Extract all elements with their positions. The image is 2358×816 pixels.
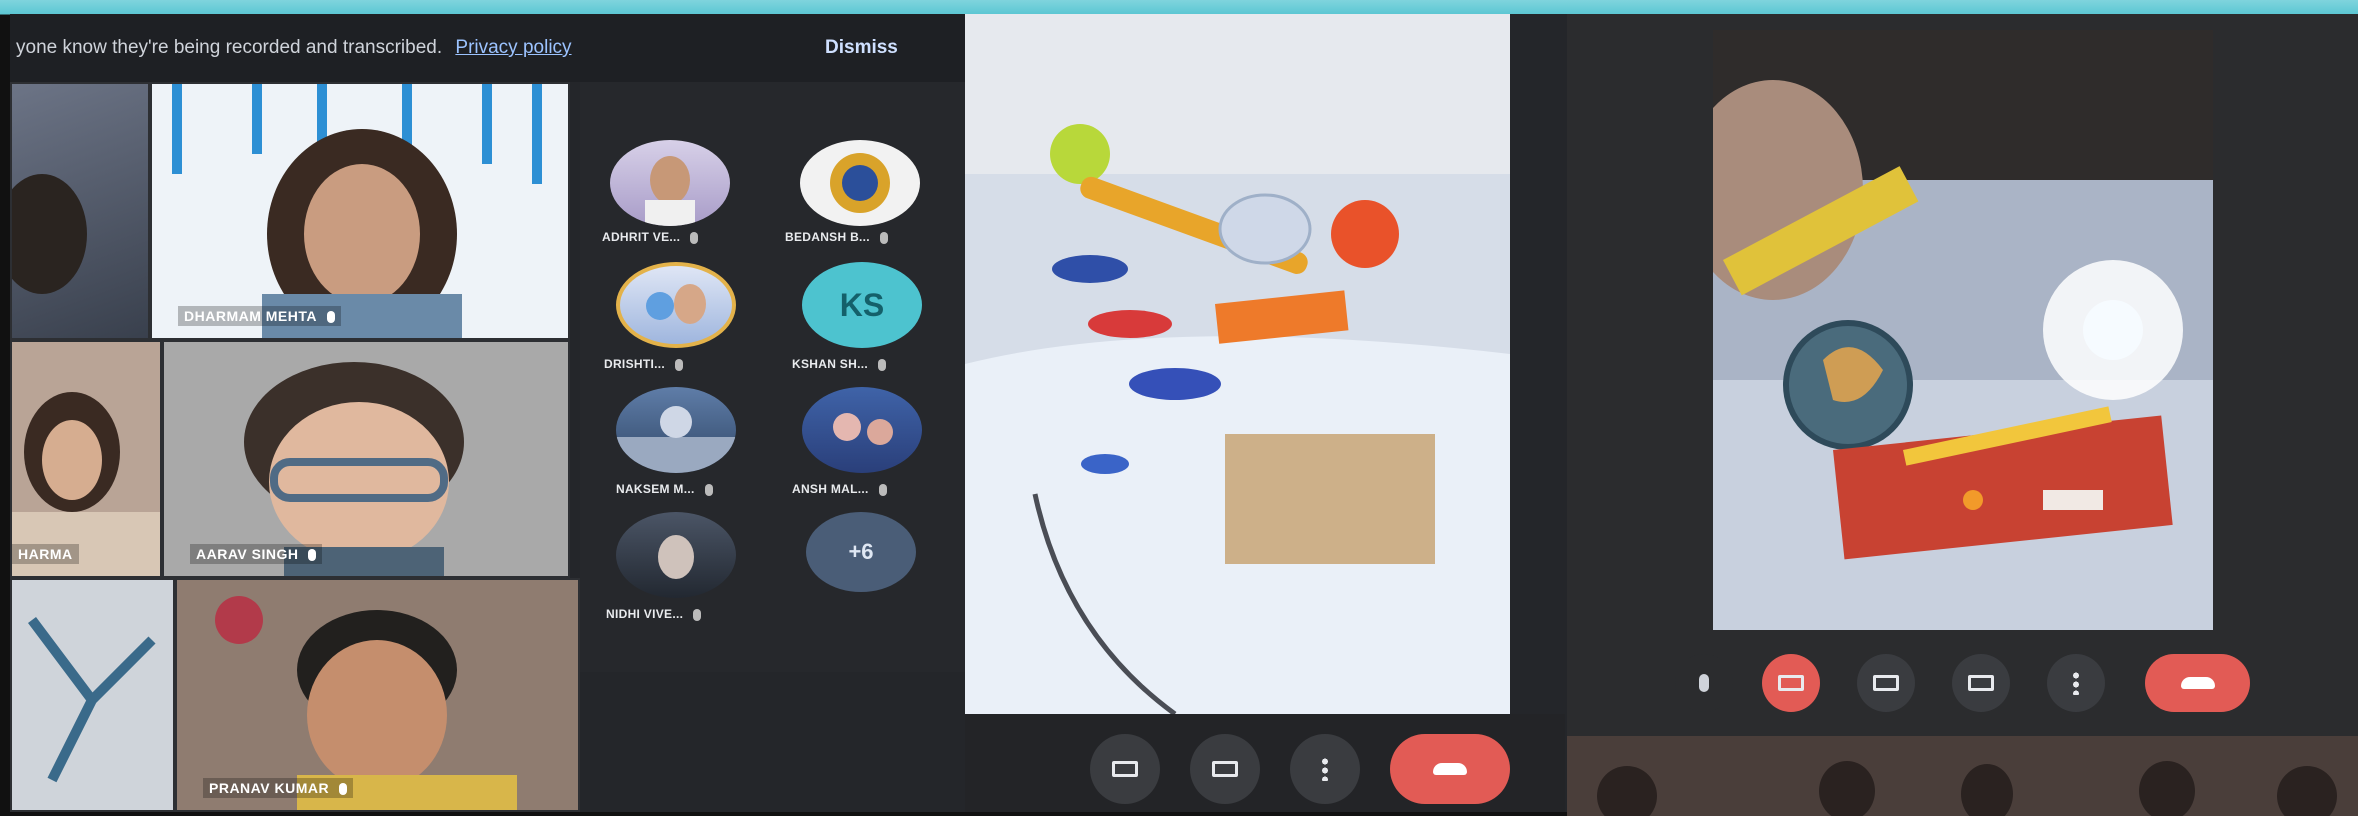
- participant-name: PRANAV KUMAR: [203, 778, 354, 798]
- participant-video: [244, 362, 464, 576]
- captions-button[interactable]: [1090, 734, 1160, 804]
- captions-icon: [1112, 761, 1138, 777]
- mic-icon: [339, 783, 348, 796]
- video-tile[interactable]: [10, 578, 175, 812]
- participant-avatar[interactable]: [800, 140, 920, 226]
- participant-name: DRISHTI...: [604, 357, 684, 371]
- avatar-photo: [616, 406, 736, 473]
- participant-avatar[interactable]: [616, 262, 736, 348]
- participant-name: DHARMAM MEHTA: [178, 306, 341, 326]
- participant-name: HARMA: [12, 544, 79, 564]
- participant-name: BEDANSH B...: [785, 230, 888, 244]
- avatar-photo: [645, 156, 695, 226]
- mic-button[interactable]: [1675, 654, 1733, 712]
- thumbnail-strip-video: [1567, 736, 2358, 816]
- avatar-photo: [646, 284, 706, 324]
- participant-thumbnail-strip: [1567, 736, 2358, 816]
- mic-icon: [327, 311, 335, 324]
- right-meeting-window: [1567, 14, 2358, 816]
- mic-icon: [879, 231, 888, 244]
- banner-text: yone know they're being recorded and tra…: [16, 37, 443, 58]
- mic-icon: [690, 231, 699, 244]
- participant-name: KSHAN SH...: [792, 357, 886, 371]
- participant-name: ANSH MAL...: [792, 482, 887, 496]
- video-tile[interactable]: PRANAV KUMAR: [175, 578, 580, 812]
- captions-icon: [1873, 675, 1899, 691]
- participant-video: [172, 84, 542, 338]
- participant-name: NIDHI VIVE...: [606, 607, 702, 621]
- recording-banner: yone know they're being recorded and tra…: [10, 14, 970, 82]
- participant-avatar[interactable]: [616, 512, 736, 598]
- avatar-initials: KS: [839, 286, 885, 323]
- participant-avatar[interactable]: [616, 387, 736, 473]
- school-logo-icon: [830, 153, 890, 213]
- call-controls-left: [965, 714, 1565, 812]
- camera-off-icon: [1778, 675, 1804, 691]
- present-icon: [1212, 761, 1238, 777]
- participant-video: [28, 617, 156, 783]
- participant-list: ADHRIT VE... BEDANSH B... DRISHTI... KS …: [580, 82, 965, 672]
- participant-video: [12, 174, 87, 294]
- participant-video: [12, 392, 160, 576]
- left-meeting-window: yone know they're being recorded and tra…: [10, 14, 1570, 812]
- presented-video[interactable]: [1713, 30, 2213, 630]
- participant-avatar[interactable]: [610, 140, 730, 226]
- video-tile[interactable]: DHARMAM MEHTA: [150, 82, 570, 340]
- present-button[interactable]: [1952, 654, 2010, 712]
- present-button[interactable]: [1190, 734, 1260, 804]
- mic-icon: [308, 549, 317, 562]
- avatar-photo: [833, 413, 893, 445]
- participant-avatar[interactable]: [802, 387, 922, 473]
- more-options-icon: [2073, 671, 2079, 695]
- mic-icon: [877, 358, 886, 371]
- end-call-button[interactable]: [1390, 734, 1510, 804]
- more-options-icon: [1322, 757, 1328, 781]
- participant-name: NAKSEM M...: [616, 482, 713, 496]
- end-call-icon: [2180, 677, 2215, 689]
- avatar-photo: [658, 535, 694, 579]
- presented-video[interactable]: [965, 14, 1510, 714]
- privacy-policy-link[interactable]: Privacy policy: [455, 37, 571, 58]
- end-call-icon: [1433, 763, 1467, 775]
- experiment-video: [965, 14, 1510, 714]
- participant-avatar[interactable]: KS: [802, 262, 922, 348]
- mic-icon: [675, 358, 684, 371]
- mic-icon: [693, 608, 702, 621]
- more-participants-button[interactable]: +6: [806, 512, 916, 592]
- present-icon: [1968, 675, 1994, 691]
- captions-button[interactable]: [1857, 654, 1915, 712]
- camera-button[interactable]: [1762, 654, 1820, 712]
- end-call-button[interactable]: [2145, 654, 2250, 712]
- mic-icon: [1699, 674, 1709, 692]
- video-tile[interactable]: AARAV SINGH: [162, 340, 570, 578]
- mic-icon: [704, 483, 713, 496]
- participant-name: ADHRIT VE...: [602, 230, 699, 244]
- more-options-button[interactable]: [1290, 734, 1360, 804]
- solar-model-video: [1713, 30, 2213, 630]
- dismiss-button[interactable]: Dismiss: [825, 14, 898, 82]
- participant-name: AARAV SINGH: [190, 544, 323, 564]
- more-options-button[interactable]: [2047, 654, 2105, 712]
- video-tile[interactable]: [10, 82, 150, 340]
- mic-icon: [878, 483, 887, 496]
- video-tile[interactable]: HARMA: [10, 340, 162, 578]
